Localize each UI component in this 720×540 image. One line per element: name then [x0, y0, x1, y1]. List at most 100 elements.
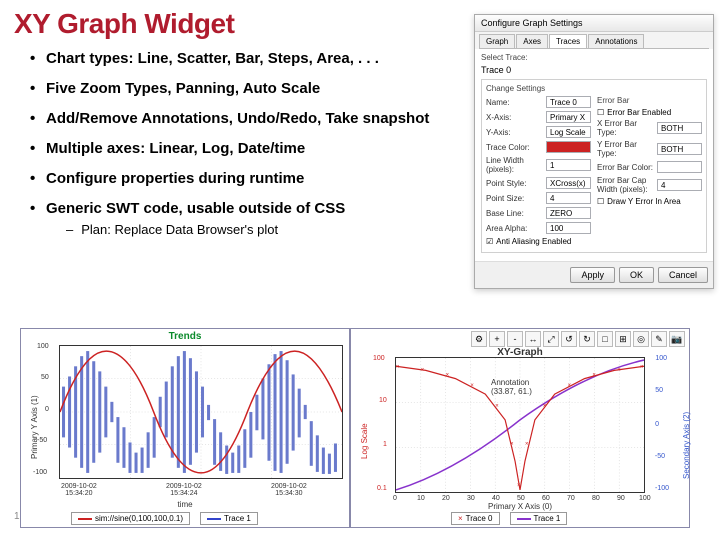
xtick: 90	[617, 495, 625, 502]
x-axis-label: Primary X Axis (0)	[488, 502, 552, 511]
remove-icon[interactable]: -	[507, 331, 523, 347]
xerr-select[interactable]: BOTH	[657, 122, 702, 134]
config-dialog: Configure Graph Settings Graph Axes Trac…	[474, 14, 714, 289]
annotate-icon[interactable]: ✎	[651, 331, 667, 347]
tab-traces[interactable]: Traces	[549, 34, 587, 48]
ytick-right: 50	[655, 387, 663, 394]
point-style-label: Point Style:	[486, 179, 546, 188]
legend-label: Trace 1	[224, 514, 251, 523]
svg-text:×: ×	[421, 367, 425, 373]
ytick: -100	[33, 469, 47, 476]
xtick: 80	[592, 495, 600, 502]
point-style-select[interactable]: XCross(x)	[546, 177, 591, 189]
charts-row: Trends Primary Y Axis (1) time	[20, 328, 690, 528]
line-width-label: Line Width (pixels):	[486, 156, 546, 174]
xtick: 2009-10-02 15:34:24	[166, 483, 202, 497]
select-trace-dropdown[interactable]: Trace 0	[481, 65, 707, 75]
tab-graph[interactable]: Graph	[479, 34, 515, 48]
ytick-left: 1	[383, 441, 387, 448]
trace-color-label: Trace Color:	[486, 143, 546, 152]
error-bar-heading: Error Bar	[597, 96, 702, 105]
pan-icon[interactable]: ↔	[525, 331, 541, 347]
legend: sim://sine(0,100,100,0.1) Trace 1	[71, 512, 258, 525]
snapshot-icon[interactable]: 📷	[669, 331, 685, 347]
trace-color-picker[interactable]	[546, 141, 591, 153]
legend: ×Trace 0 Trace 1	[451, 512, 567, 525]
legend-label: Trace 0	[466, 514, 493, 523]
ytick-right: -50	[655, 453, 665, 460]
svg-text:×: ×	[543, 403, 547, 409]
ytick: 0	[45, 406, 49, 413]
legend-item: Trace 1	[510, 512, 568, 525]
chart-title: Trends	[21, 329, 349, 344]
area-alpha-input[interactable]: 100	[546, 222, 591, 234]
ytick-left: 100	[373, 355, 385, 362]
y-axis-label: Primary Y Axis (1)	[30, 395, 39, 459]
redo-icon[interactable]: ↻	[579, 331, 595, 347]
err-color-picker[interactable]	[657, 161, 702, 173]
tab-annotations[interactable]: Annotations	[588, 34, 644, 48]
add-icon[interactable]: +	[489, 331, 505, 347]
ytick-left: 0.1	[377, 485, 387, 492]
zoom-icon[interactable]: ⤢	[543, 331, 559, 347]
apply-button[interactable]: Apply	[570, 267, 615, 283]
base-line-label: Base Line:	[486, 209, 546, 218]
ok-button[interactable]: OK	[619, 267, 654, 283]
ytick: 50	[41, 374, 49, 381]
line-width-input[interactable]: 1	[546, 159, 591, 171]
svg-text:×: ×	[617, 367, 621, 373]
xtick: 100	[639, 495, 651, 502]
yaxis-select[interactable]: Log Scale	[546, 126, 591, 138]
rubberband-icon[interactable]: □	[597, 331, 613, 347]
anti-alias-checkbox[interactable]: Anti Aliasing Enabled	[486, 237, 591, 246]
chart-xygraph: ⚙ + - ↔ ⤢ ↺ ↻ □ ⊞ ◎ ✎ 📷 XY-Graph Log Sca…	[350, 328, 690, 528]
area-alpha-label: Area Alpha:	[486, 224, 546, 233]
ytick: 100	[37, 343, 49, 350]
right-col: Error Bar Error Bar Enabled X Error Bar …	[597, 96, 702, 248]
plot-svg	[60, 346, 342, 478]
xtick: 40	[492, 495, 500, 502]
legend-label: Trace 1	[534, 514, 561, 523]
error-enabled-checkbox[interactable]: Error Bar Enabled	[597, 108, 702, 117]
ytick-right: 100	[655, 355, 667, 362]
xtick: 20	[442, 495, 450, 502]
plot-area[interactable]: ×××× ×××× ××××× Annotation (33.87, 61.)	[395, 357, 645, 493]
change-settings-group: Change Settings Name:Trace 0 X-Axis:Prim…	[481, 79, 707, 253]
yerr-select[interactable]: BOTH	[657, 143, 702, 155]
err-color-label: Error Bar Color:	[597, 163, 657, 172]
draw-area-checkbox[interactable]: Draw Y Error In Area	[597, 197, 702, 206]
svg-text:×: ×	[396, 364, 400, 370]
annotation[interactable]: Annotation (33.87, 61.)	[491, 378, 532, 396]
xtick: 0	[393, 495, 397, 502]
xtick: 2009-10-02 15:34:20	[61, 483, 97, 497]
err-cap-label: Error Bar Cap Width (pixels):	[597, 176, 657, 194]
config-icon[interactable]: ⚙	[471, 331, 487, 347]
xtick: 2009-10-02 15:34:30	[271, 483, 307, 497]
dialog-button-bar: Apply OK Cancel	[475, 261, 713, 288]
legend-item: Trace 1	[200, 512, 258, 525]
point-size-input[interactable]: 4	[546, 192, 591, 204]
xtick: 70	[567, 495, 575, 502]
select-trace-label: Select Trace:	[481, 53, 707, 62]
plot-area[interactable]	[59, 345, 343, 479]
target-icon[interactable]: ◎	[633, 331, 649, 347]
svg-text:×: ×	[470, 383, 474, 389]
tab-axes[interactable]: Axes	[516, 34, 548, 48]
undo-icon[interactable]: ↺	[561, 331, 577, 347]
base-line-select[interactable]: ZERO	[546, 207, 591, 219]
cancel-button[interactable]: Cancel	[658, 267, 708, 283]
xerr-label: X Error Bar Type:	[597, 119, 657, 137]
xtick: 60	[542, 495, 550, 502]
name-input[interactable]: Trace 0	[546, 96, 591, 108]
yaxis-label: Y-Axis:	[486, 128, 546, 137]
legend-item: sim://sine(0,100,100,0.1)	[71, 512, 190, 525]
err-cap-input[interactable]: 4	[657, 179, 702, 191]
change-settings-label: Change Settings	[486, 84, 702, 93]
xtick: 30	[467, 495, 475, 502]
xaxis-select[interactable]: Primary X Axis (0)	[546, 111, 591, 123]
svg-text:×: ×	[510, 442, 514, 448]
y-axis-label-left: Log Scale	[360, 423, 369, 459]
ytick-left: 10	[379, 397, 387, 404]
svg-text:×: ×	[640, 364, 644, 370]
autoscale-icon[interactable]: ⊞	[615, 331, 631, 347]
